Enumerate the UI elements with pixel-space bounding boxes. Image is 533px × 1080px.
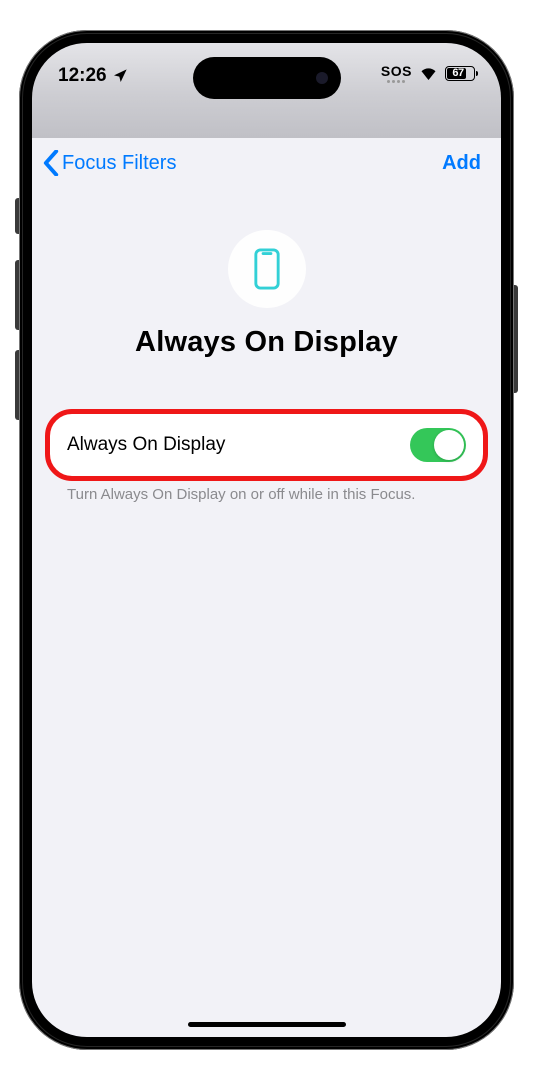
location-icon	[112, 68, 128, 84]
always-on-display-toggle[interactable]	[410, 428, 466, 462]
toggle-knob	[434, 430, 464, 460]
content-area: Focus Filters Add Always On Display Alwa…	[32, 138, 501, 1037]
camera-dot	[316, 72, 328, 84]
hero-icon-circle	[228, 230, 306, 308]
back-label: Focus Filters	[62, 152, 176, 175]
home-indicator[interactable]	[188, 1022, 346, 1027]
volume-up-button	[15, 260, 19, 330]
volume-down-button	[15, 350, 19, 420]
battery-indicator: 67	[445, 66, 475, 81]
status-bar: 12:26 SOS 67	[32, 43, 501, 138]
always-on-display-row[interactable]: Always On Display	[50, 414, 483, 476]
mute-switch	[15, 198, 19, 234]
settings-group: Always On Display Turn Always On Display…	[32, 414, 501, 503]
setting-label: Always On Display	[67, 434, 225, 456]
phone-icon	[253, 248, 281, 290]
screen: 12:26 SOS 67 Focus Filters	[32, 43, 501, 1037]
page-title: Always On Display	[135, 326, 398, 359]
dynamic-island	[193, 57, 341, 99]
status-time: 12:26	[58, 65, 107, 87]
phone-frame: 12:26 SOS 67 Focus Filters	[19, 30, 514, 1050]
add-button[interactable]: Add	[442, 152, 481, 175]
setting-hint: Turn Always On Display on or off while i…	[50, 476, 483, 503]
back-button[interactable]: Focus Filters	[42, 150, 176, 176]
power-button	[514, 285, 518, 393]
chevron-left-icon	[42, 150, 60, 176]
sos-indicator: SOS	[381, 63, 412, 83]
hero-section: Always On Display	[32, 190, 501, 359]
wifi-icon	[419, 66, 438, 80]
nav-bar: Focus Filters Add	[32, 138, 501, 190]
